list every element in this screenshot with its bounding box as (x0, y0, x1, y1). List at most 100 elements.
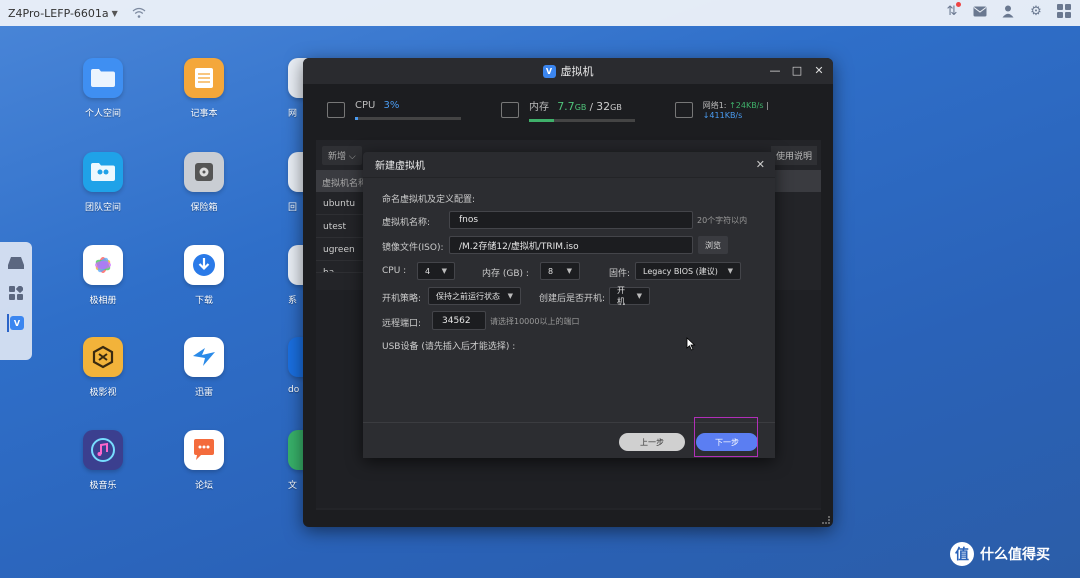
power-on-select[interactable]: 开机 ▼ (609, 286, 650, 306)
hostname-menu[interactable]: Z4Pro-LEFP-6601a ▼ (8, 7, 118, 20)
cpu-chip-icon (327, 102, 345, 118)
desktop-app-label: 极相册 (89, 296, 117, 306)
dialog-body: 命名虚拟机及定义配置: 虚拟机名称: fnos 20个字符以内 镜像文件(ISO… (363, 178, 775, 422)
gear-icon[interactable]: ⚙ (1028, 3, 1044, 19)
memory-label: 内存 (529, 102, 549, 113)
desktop-app-team-folder[interactable]: 团队空间 (63, 152, 143, 213)
vm-app-icon[interactable]: V (7, 314, 25, 332)
power-on-value: 开机 (617, 286, 625, 306)
desktop-app-label: 极影视 (89, 388, 117, 398)
desktop-app-label: 团队空间 (84, 203, 121, 213)
vm-name-input[interactable]: fnos (449, 211, 693, 229)
chevron-down-icon: ▼ (111, 8, 118, 18)
memory-total-unit: GB (610, 103, 622, 112)
usb-label: USB设备 (请先插入后才能选择) : (382, 342, 516, 352)
firmware-select[interactable]: Legacy BIOS (建议) ▼ (635, 262, 741, 280)
desktop-app-label: 网 (288, 109, 298, 119)
desktop-app-forum[interactable]: 论坛 (164, 430, 244, 491)
minimize-button[interactable]: — (769, 64, 781, 77)
desktop-app-photos[interactable]: 极相册 (63, 245, 143, 306)
memory-chip-icon (501, 102, 519, 118)
boot-policy-value: 保持之前运行状态 (436, 291, 500, 301)
network-stat: 网络1: ↑24KB/s | ↓411KB/s (675, 100, 809, 120)
photos-icon (83, 245, 123, 285)
memory-used-unit: GB (574, 103, 587, 112)
new-vm-button[interactable]: 新增 ⌵ (322, 145, 362, 165)
desktop-app-video[interactable]: 极影视 (63, 337, 143, 398)
cpu-stat: CPU 3% (327, 100, 461, 120)
network-sep: | (766, 101, 769, 110)
desktop-app-label: 系 (288, 296, 298, 306)
desktop-app-label: do (288, 385, 300, 395)
remote-port-input[interactable]: 34562 (432, 311, 486, 330)
storage-icon[interactable] (7, 254, 25, 272)
forum-icon (184, 430, 224, 470)
mouse-cursor-icon (686, 337, 696, 351)
desktop-app-folder[interactable]: 个人空间 (63, 58, 143, 119)
memory-size-value: 8 (548, 266, 554, 276)
caret-down-icon: ▼ (441, 267, 447, 275)
resize-grip[interactable] (822, 516, 830, 524)
caret-down-icon: ▼ (727, 267, 733, 275)
maximize-button[interactable]: □ (791, 64, 803, 77)
desktop-app-label: 个人空间 (84, 109, 121, 119)
grid-icon[interactable] (1056, 3, 1072, 19)
remote-port-hint: 请选择10000以上的端口 (490, 317, 580, 326)
prev-step-button[interactable]: 上一步 (619, 433, 685, 451)
firmware-value: Legacy BIOS (建议) (643, 266, 718, 276)
vm-logo-icon: V (542, 64, 556, 78)
music-icon (83, 430, 123, 470)
desktop-app-thunder[interactable]: 迅雷 (164, 337, 244, 398)
watermark: 值 什么值得买 (950, 542, 1050, 566)
desktop-app-label: 保险箱 (190, 203, 218, 213)
boot-policy-select[interactable]: 保持之前运行状态 ▼ (428, 287, 521, 305)
left-dock: V (0, 242, 32, 360)
thunder-icon (184, 337, 224, 377)
desktop-app-label: 论坛 (194, 481, 213, 491)
desktop-app-label: 回 (288, 203, 298, 213)
desktop-app-music[interactable]: 极音乐 (63, 430, 143, 491)
cpu-value: 3% (383, 100, 400, 111)
desktop-app-safe[interactable]: 保险箱 (164, 152, 244, 213)
iso-label: 镜像文件(ISO): (382, 243, 444, 253)
desktop-app-download[interactable]: 下载 (164, 245, 244, 306)
mail-icon[interactable] (972, 3, 988, 19)
vm-name-label: 虚拟机名称: (382, 218, 431, 228)
network-label: 网络1: (702, 101, 727, 110)
memory-size-label: 内存 (GB) : (482, 269, 529, 279)
iso-path-input[interactable]: /M.2存储12/虚拟机/TRIM.iso (449, 236, 693, 254)
resource-stats: CPU 3% 内存 7.7GB / 32GB 网络1: ↑24KB/s | ↓4… (303, 84, 833, 136)
cpu-count-label: CPU : (382, 266, 407, 276)
help-button[interactable]: 使用说明 (770, 146, 817, 165)
notepad-icon (184, 58, 224, 98)
network-down: ↓411KB/s (702, 111, 743, 120)
browse-button[interactable]: 浏览 (698, 236, 728, 254)
section-label: 命名虚拟机及定义配置: (382, 195, 476, 205)
memory-used: 7.7 (557, 100, 575, 113)
power-on-label: 创建后是否开机: (539, 294, 606, 304)
download-icon (184, 245, 224, 285)
safe-icon (184, 152, 224, 192)
close-window-button[interactable]: ✕ (813, 64, 825, 77)
wifi-icon[interactable] (132, 7, 146, 19)
memory-sep: / (589, 102, 593, 113)
apps-grid-icon[interactable] (7, 284, 25, 302)
memory-total: 32 (596, 100, 611, 113)
memory-size-select[interactable]: 8 ▼ (540, 262, 580, 280)
caret-down-icon: ▼ (507, 292, 513, 300)
vm-titlebar: V 虚拟机 — □ ✕ (303, 58, 833, 84)
caret-down-icon: ▼ (566, 267, 572, 275)
network-up: ↑24KB/s (729, 101, 764, 110)
user-icon[interactable] (1000, 3, 1016, 19)
top-bar: Z4Pro-LEFP-6601a ▼ ⇅ ⚙ (0, 0, 1080, 26)
dialog-title: 新建虚拟机 (375, 161, 425, 172)
watermark-text: 什么值得买 (980, 547, 1050, 563)
desktop-app-notepad[interactable]: 记事本 (164, 58, 244, 119)
dialog-close-button[interactable]: ✕ (756, 158, 765, 171)
vm-window-title: 虚拟机 (560, 65, 594, 78)
caret-down-icon: ▼ (636, 292, 642, 300)
hostname-label: Z4Pro-LEFP-6601a (8, 6, 109, 20)
desktop-app-label: 文 (288, 481, 298, 491)
cpu-count-select[interactable]: 4 ▼ (417, 262, 455, 280)
upload-download-icon[interactable]: ⇅ (944, 2, 961, 19)
